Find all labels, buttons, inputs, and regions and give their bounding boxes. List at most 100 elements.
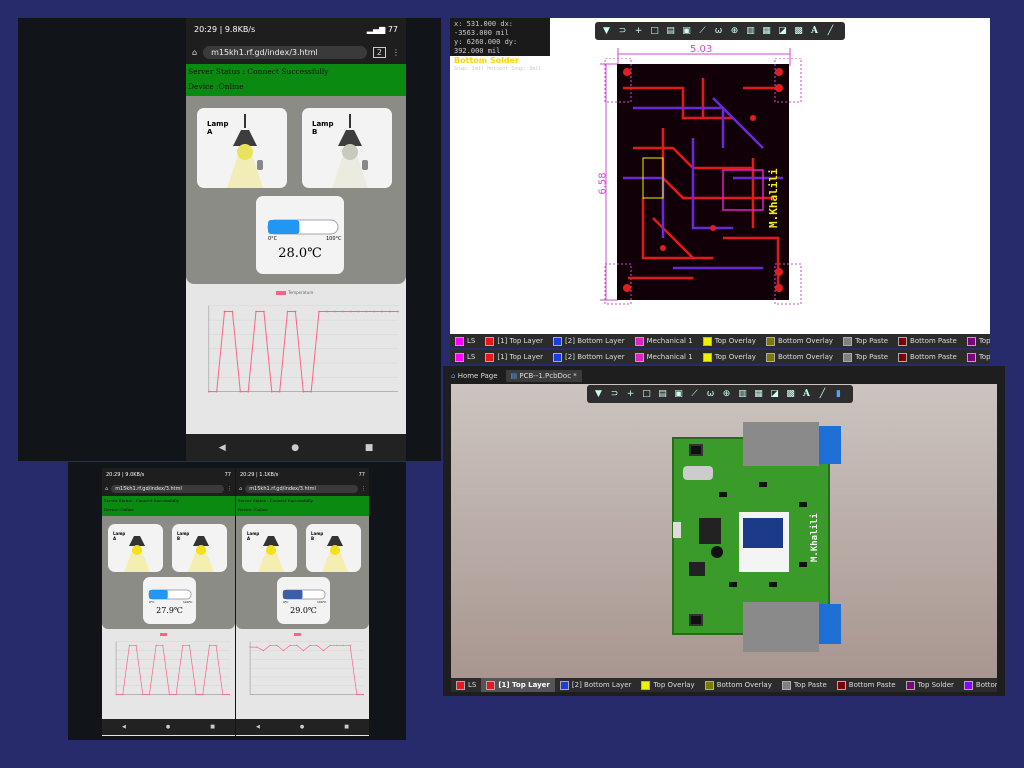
lamp-b-card[interactable]: Lamp B [302,108,392,188]
align-icon[interactable]: ▤ [665,26,676,37]
layer-tab[interactable]: Bottom Paste [893,350,962,364]
route-icon[interactable]: ⊃ [617,26,628,37]
url-field[interactable]: m15kh1.rf.gd/index/3.html [111,484,224,493]
layer-tab[interactable]: Top Overlay [698,350,761,364]
route-icon[interactable]: ⊃ [609,389,620,400]
layer-tab[interactable]: [1] Top Layer [480,334,548,348]
home-nav-icon[interactable]: ● [166,724,170,730]
layer-tab[interactable]: Bottom Paste [832,678,901,692]
layer-tab[interactable]: Top Overlay [636,678,699,692]
polygon-icon[interactable]: ▦ [753,389,764,400]
layer-tab[interactable]: Bottom Overlay [761,334,838,348]
layer-tab[interactable]: [2] Bottom Layer [548,334,630,348]
layer-tab[interactable]: Top Paste [838,350,893,364]
layer-tab[interactable]: Top Paste [838,334,893,348]
layer-tab[interactable]: Top Solder [962,334,990,348]
place-icon[interactable]: ▣ [681,26,692,37]
data-point [269,644,271,646]
via-icon[interactable]: ⊕ [729,26,740,37]
select-icon[interactable]: □ [641,389,652,400]
lamp-b-card[interactable]: Lamp B [172,524,227,572]
home-nav-icon[interactable]: ● [291,443,299,453]
home-icon[interactable]: ⌂ [239,486,242,492]
pcb-board-3d: M.Khalili [672,422,841,652]
recents-icon[interactable]: ■ [344,724,349,730]
align-icon[interactable]: ▤ [657,389,668,400]
layer-tab[interactable]: Top Solder [962,350,990,364]
layer-tab[interactable]: LS [450,350,480,364]
layer-tab[interactable]: [2] Bottom Layer [555,678,637,692]
layer-tab[interactable]: LS [451,678,481,692]
layer-tab[interactable]: Bottom Overlay [761,350,838,364]
home-icon[interactable]: ⌂ [192,48,197,57]
text-icon[interactable]: A [809,26,820,37]
recents-icon[interactable]: ■ [365,443,374,453]
diff-pair-icon[interactable]: ω [713,26,724,37]
text-icon[interactable]: A [801,389,812,400]
region-icon[interactable]: ◪ [777,26,788,37]
therm-min-label: 0°C [268,236,278,242]
layer-color-swatch [836,680,846,690]
layer-tab[interactable]: [2] Bottom Layer [548,350,630,364]
layer-tab[interactable]: Mechanical 1 [630,334,698,348]
layer-tab[interactable]: Top Solder [901,678,959,692]
data-point [294,310,297,313]
fill-icon[interactable]: ▩ [793,26,804,37]
menu-icon[interactable]: ⋮ [361,486,366,492]
home-nav-icon[interactable]: ● [300,724,304,730]
3d-view-icon[interactable]: ▮ [833,389,844,400]
pad-icon[interactable]: ▥ [737,389,748,400]
layer-tab[interactable]: [1] Top Layer [481,678,555,692]
move-icon[interactable]: + [625,389,636,400]
region-icon[interactable]: ◪ [769,389,780,400]
lamp-a-card[interactable]: Lamp A [242,524,297,572]
tab-count-button[interactable]: 2 [372,46,386,58]
lamp-a-card[interactable]: Lamp A [108,524,163,572]
data-point [302,650,305,652]
interactive-route-icon[interactable]: ⟋ [689,389,700,400]
via-icon[interactable]: ⊕ [721,389,732,400]
layer-tab[interactable]: LS [450,334,480,348]
pcb-doc-tab[interactable]: ▤ PCB--1.PcbDoc * [505,370,582,382]
move-icon[interactable]: + [633,26,644,37]
fill-icon[interactable]: ▩ [785,389,796,400]
home-tab[interactable]: ⌂ Home Page [451,372,498,380]
phone-small-2: 20:29 | 1.1KB/s 77 ⌂ m15kh1.rf.gd/index/… [236,468,369,736]
url-field[interactable]: m15kh1.rf.gd/index/3.html [203,45,367,59]
diff-pair-icon[interactable]: ω [705,389,716,400]
lamp-a-card[interactable]: Lamp A [197,108,287,188]
layer-color-swatch [765,352,775,362]
polygon-icon[interactable]: ▦ [761,26,772,37]
temperature-chart [207,305,399,393]
back-icon[interactable]: ◀ [122,724,126,730]
menu-icon[interactable]: ⋮ [392,48,400,57]
layer-tab[interactable]: Mechanical 1 [630,350,698,364]
layer-tab[interactable]: Bottom Solder [959,678,997,692]
thermometer-card: 0°C 100°C 27.9℃ [143,577,196,624]
select-icon[interactable]: □ [649,26,660,37]
filter-icon[interactable]: ▼ [601,26,612,37]
line-icon[interactable]: ╱ [825,26,836,37]
lamp-b-card[interactable]: Lamp B [306,524,361,572]
data-point [122,694,124,696]
back-icon[interactable]: ◀ [219,443,226,453]
interactive-route-icon[interactable]: ⟋ [697,26,708,37]
layer-tab[interactable]: Top Paste [777,678,832,692]
recents-icon[interactable]: ■ [210,724,215,730]
back-icon[interactable]: ◀ [256,724,260,730]
layer-tab[interactable]: Bottom Overlay [700,678,777,692]
layer-tab[interactable]: Top Overlay [698,334,761,348]
url-field[interactable]: m15kh1.rf.gd/index/3.html [245,484,358,493]
place-icon[interactable]: ▣ [673,389,684,400]
data-point [349,310,352,313]
line-icon[interactable]: ╱ [817,389,828,400]
home-icon[interactable]: ⌂ [105,486,108,492]
layer-tab[interactable]: [1] Top Layer [480,350,548,364]
pad-icon[interactable]: ▥ [745,26,756,37]
data-point [270,390,273,393]
filter-icon[interactable]: ▼ [593,389,604,400]
menu-icon[interactable]: ⋮ [227,486,232,492]
data-point [222,694,224,696]
battery-indicator: 77 [358,471,365,478]
layer-tab[interactable]: Bottom Paste [893,334,962,348]
